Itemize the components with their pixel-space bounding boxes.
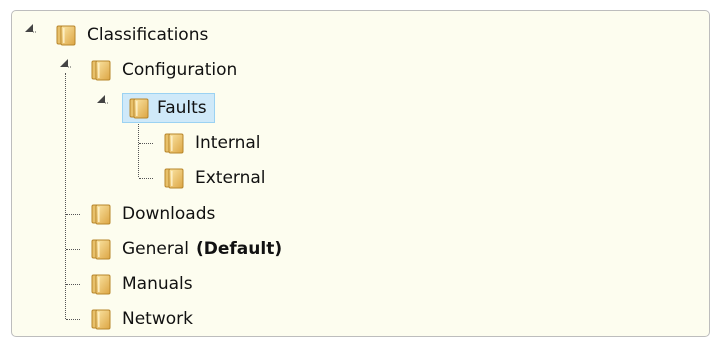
folder-icon [162,166,186,190]
folder-icon [89,307,113,331]
tree-node-downloads[interactable]: Downloads [89,202,219,226]
expand-toggle-classifications-icon[interactable] [24,23,38,37]
folder-icon [89,237,113,261]
tree-node-internal[interactable]: Internal [162,131,265,155]
tree-connector [66,249,80,250]
folder-icon [162,131,186,155]
tree-connector [66,319,80,320]
tree-node-manuals[interactable]: Manuals [89,272,197,296]
tree-node-label: Configuration [122,60,238,80]
default-marker: (Default) [196,239,283,259]
tree-node-label: Network [122,309,193,329]
folder-icon [127,96,151,120]
tree-node-label: Internal [195,133,261,153]
tree-node-configuration[interactable]: Configuration [89,58,241,82]
tree-node-label: Manuals [122,274,193,294]
folder-icon [89,58,113,82]
expand-toggle-configuration-icon[interactable] [59,58,73,72]
tree-node-label: Classifications [87,25,209,45]
classification-tree-panel: Classifications Configuration Faults Int… [11,10,710,337]
folder-icon [54,23,78,47]
tree-connector [66,214,80,215]
tree-connector [65,73,66,319]
tree-node-classifications[interactable]: Classifications [54,23,212,47]
folder-icon [89,202,113,226]
tree-connector [139,143,153,144]
tree-node-general[interactable]: General (Default) [89,237,286,261]
folder-icon [89,272,113,296]
tree-connector [138,121,139,177]
tree-node-label: External [195,168,266,188]
tree-node-faults[interactable]: Faults [122,93,215,123]
tree-connector [139,178,153,179]
tree-node-label: General [122,239,189,259]
tree-node-external[interactable]: External [162,166,270,190]
tree-node-network[interactable]: Network [89,307,197,331]
tree-node-label: Downloads [122,204,216,224]
tree-connector [66,284,80,285]
tree-node-label: Faults [157,98,207,118]
expand-toggle-faults-icon[interactable] [96,94,110,108]
